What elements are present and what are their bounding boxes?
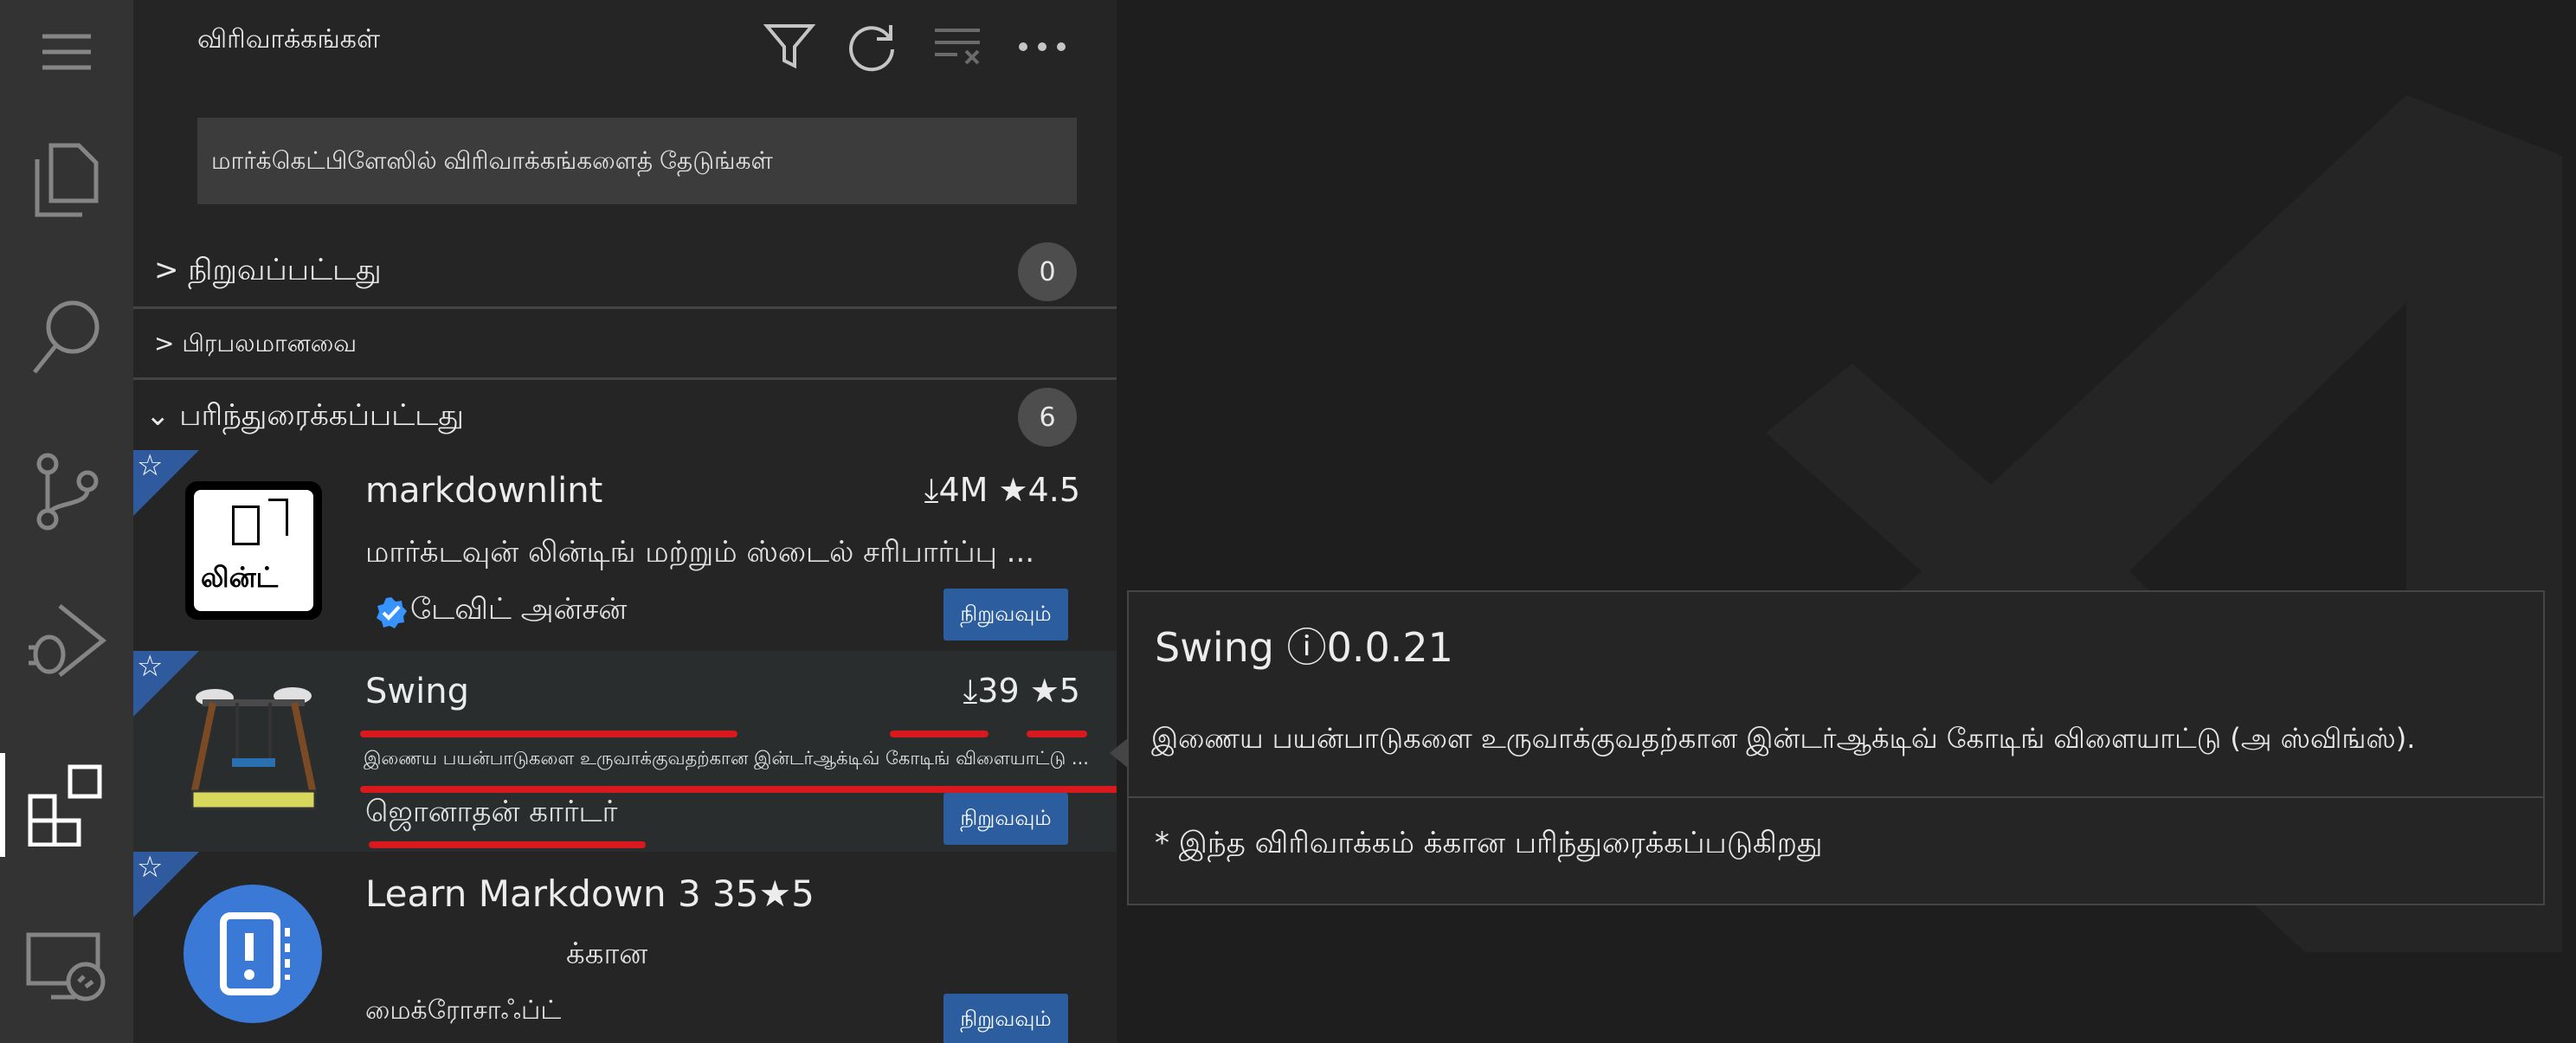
extension-description: மார்க்டவுன் லின்டிங் மற்றும் ஸ்டைல் சரிப… (365, 535, 1035, 570)
hover-title: Swing ⓘ0.0.21 (1155, 624, 1453, 671)
section-recommended-label: ⌄ பரிந்துரைக்கப்பட்டது (145, 398, 464, 433)
remote-explorer-icon[interactable] (0, 916, 133, 1020)
extension-description: இணைய பயன்பாடுகளை உருவாக்குவதற்கான இன்டர்… (364, 748, 1089, 769)
section-recommended[interactable]: ⌄ பரிந்துரைக்கப்பட்டது 6 (133, 386, 1117, 448)
hover-divider (1129, 796, 2543, 798)
activity-bar (0, 0, 133, 1043)
install-button[interactable]: நிறுவவும் (943, 793, 1068, 845)
section-popular-label: > பிரபலமானவை (154, 328, 357, 357)
annotation-underline (890, 731, 989, 737)
section-popular[interactable]: > பிரபலமானவை (133, 313, 1117, 376)
divider (133, 377, 1117, 380)
files-icon[interactable] (0, 128, 133, 232)
annotation-underline (360, 786, 1117, 793)
hover-description: இணைய பயன்பாடுகளை உருவாக்குவதற்கான இன்டர்… (1151, 722, 2416, 755)
search-input[interactable] (197, 118, 1077, 204)
section-installed[interactable]: > நிறுவப்பட்டது 0 (133, 241, 1117, 303)
clear-icon[interactable] (930, 19, 985, 74)
recommended-count-badge: 6 (1018, 388, 1077, 447)
logo-text: லின்ட் (201, 561, 279, 594)
extensions-sidebar: விரிவாக்கங்கள் > நிறுவப்பட்டது 0 > பிரபல… (133, 0, 1117, 1043)
run-debug-icon[interactable] (0, 589, 133, 692)
extension-name: Swing (365, 672, 469, 711)
extension-publisher: டேவிட் அன்சன் (410, 592, 628, 627)
extension-item[interactable]: ☆ லின்ட் markdownlint ⤓4M ★4.5 மார்க்டவு… (133, 448, 1117, 651)
more-icon[interactable] (1014, 19, 1070, 74)
extension-stats: ⤓39 ★5 (963, 672, 1080, 710)
extension-logo (189, 682, 319, 812)
extension-logo: லின்ட் (185, 481, 322, 620)
extension-stats: ⤓4M ★4.5 (924, 471, 1080, 509)
installed-count-badge: 0 (1018, 242, 1077, 301)
verified-icon (374, 596, 407, 628)
star-icon: ☆ (137, 649, 164, 684)
extensions-icon[interactable] (0, 753, 133, 857)
install-button[interactable]: நிறுவவும் (943, 589, 1068, 641)
extension-item[interactable]: ☆ Swing ⤓39 ★5 இணைய பயன்பாடுகளை உருவாக்க… (133, 649, 1117, 852)
star-icon: ☆ (137, 850, 164, 885)
extension-name: Learn Markdown 3 35★5 (365, 872, 815, 915)
install-button[interactable]: நிறுவவும் (943, 994, 1068, 1043)
extension-publisher: ஜொனாதன் கார்டர் (365, 795, 618, 829)
annotation-underline (1027, 731, 1087, 737)
annotation-underline (369, 841, 646, 848)
extension-name: markdownlint (365, 471, 603, 511)
source-control-icon[interactable] (0, 440, 133, 544)
hover-pointer (1110, 737, 1129, 769)
extension-publisher: மைக்ரோசாஃப்ட் (365, 995, 562, 1026)
filter-icon[interactable] (762, 19, 817, 74)
extension-logo (184, 885, 322, 1023)
section-installed-label: > நிறுவப்பட்டது (154, 253, 382, 287)
extension-item[interactable]: ☆ Learn Markdown 3 35★5 க்கான மைக்ரோசாஃப… (133, 850, 1117, 1043)
hover-recommendation-note: * இந்த விரிவாக்கம் க்கான பரிந்துரைக்கப்ப… (1155, 826, 1823, 860)
menu-icon[interactable] (0, 0, 133, 104)
search-icon[interactable] (0, 286, 133, 390)
refresh-icon[interactable] (845, 19, 900, 74)
star-icon: ☆ (137, 448, 164, 483)
extension-hover-card: Swing ⓘ0.0.21 இணைய பயன்பாடுகளை உருவாக்கு… (1127, 590, 2545, 905)
divider (133, 306, 1117, 309)
annotation-underline (360, 731, 737, 737)
sidebar-title: விரிவாக்கங்கள் (197, 24, 381, 55)
extension-description: க்கான (566, 937, 648, 971)
